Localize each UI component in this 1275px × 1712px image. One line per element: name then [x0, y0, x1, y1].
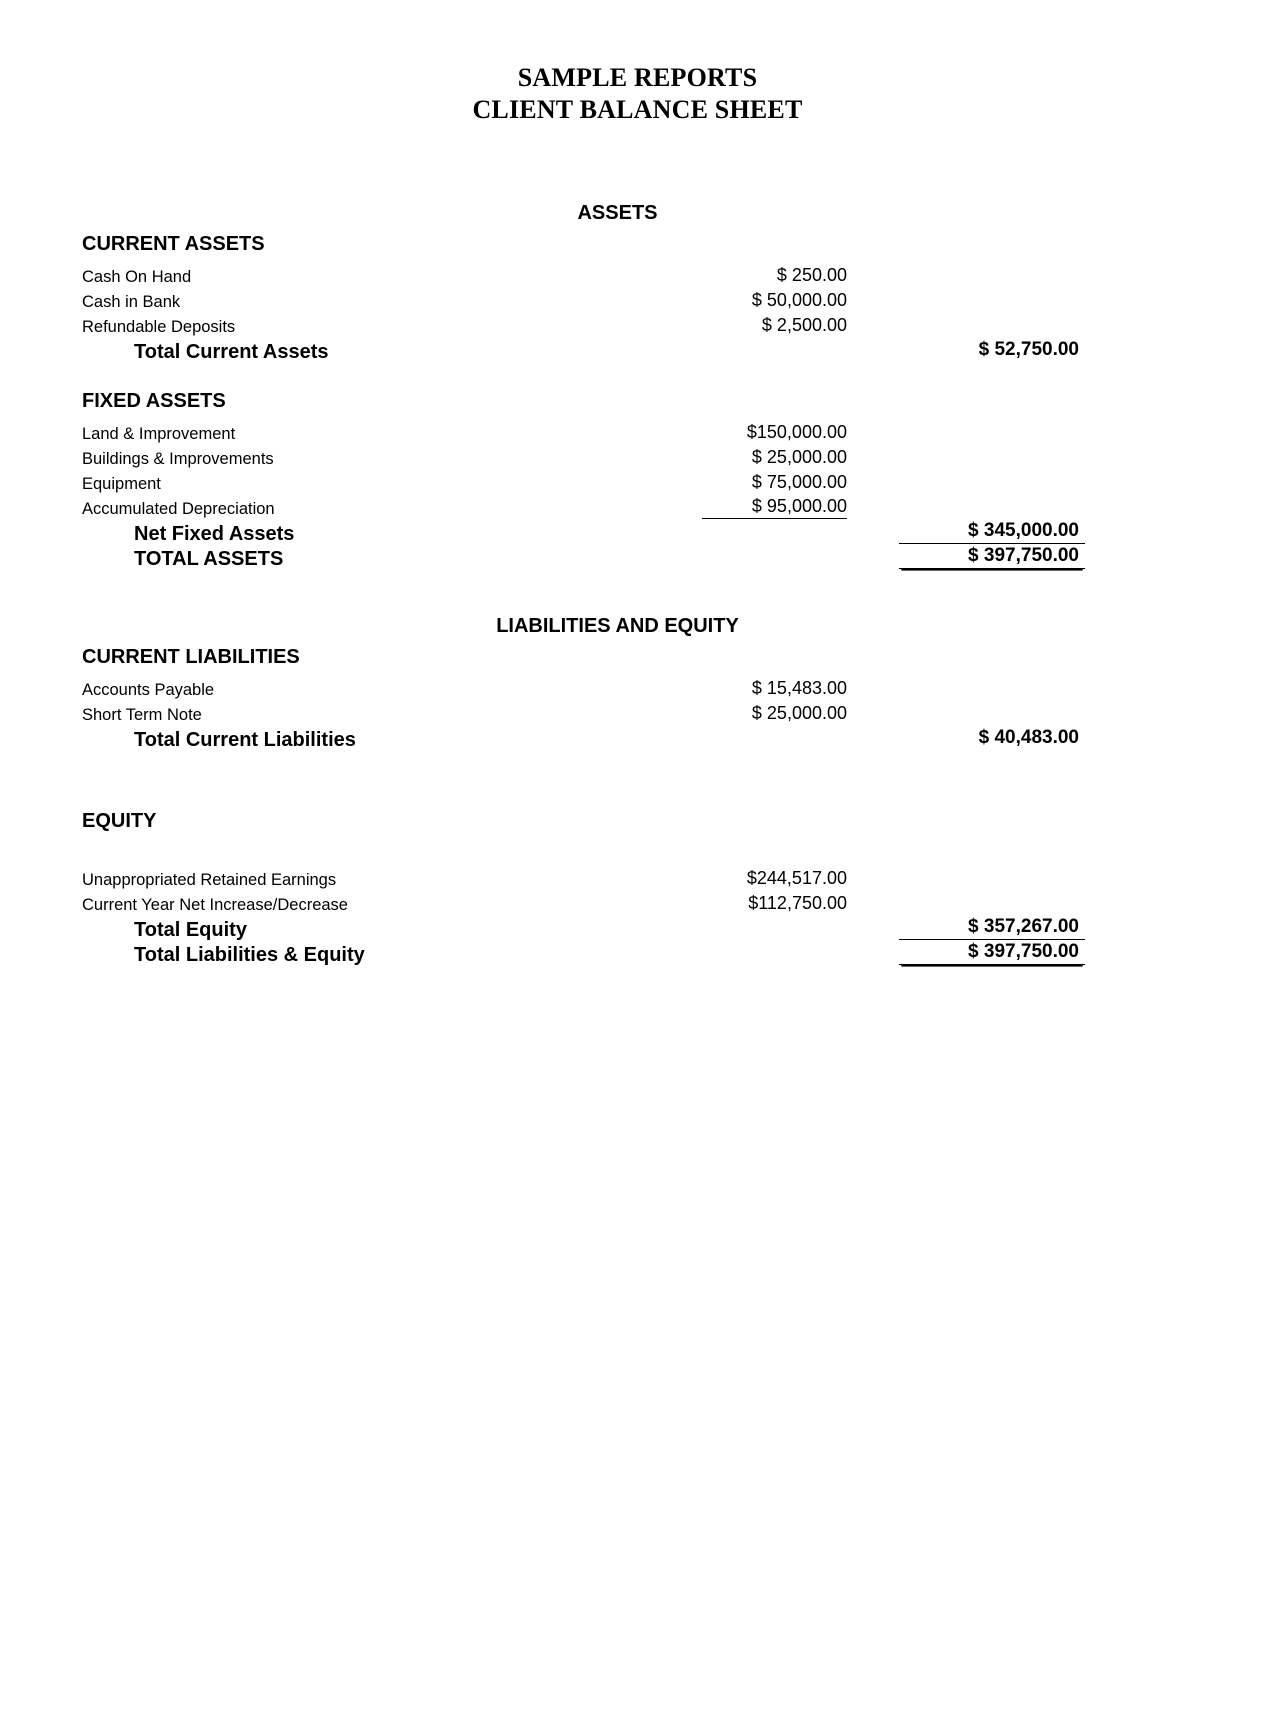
- section-banner-assets: ASSETS: [577, 202, 658, 224]
- total-label: Total Liabilities & Equity: [134, 944, 365, 966]
- line-item-row: Unappropriated Retained Earnings $244,51…: [82, 865, 1193, 890]
- line-item-row: Refundable Deposits $ 2,500.00: [82, 312, 1193, 337]
- line-item-amount: $ 50,000.00: [751, 290, 847, 310]
- line-item-label: Buildings & Improvements: [82, 450, 274, 468]
- line-item-amount: [754, 749, 899, 750]
- line-item-total-amount: [847, 286, 1033, 287]
- total-amount: $ 397,750.00: [899, 941, 1085, 965]
- line-item-label: Refundable Deposits: [82, 318, 236, 336]
- line-item-amount: $ 75,000.00: [751, 472, 847, 492]
- line-item-total-amount: [847, 311, 1033, 312]
- line-item-amount: $ 15,483.00: [751, 678, 847, 698]
- line-item-label: Equipment: [82, 475, 161, 493]
- total-amount: $ 397,750.00: [899, 545, 1085, 569]
- line-item-row: Accumulated Depreciation $ 95,000.00: [82, 494, 1193, 519]
- line-item-amount: $ 250.00: [776, 265, 847, 285]
- line-item-label: Cash in Bank: [82, 293, 181, 311]
- line-item-label: Current Year Net Increase/Decrease: [82, 896, 348, 914]
- total-row-current-liabilities: Total Current Liabilities $ 40,483.00: [82, 725, 1193, 750]
- total-amount: $ 52,750.00: [978, 339, 1079, 360]
- line-item-label: Cash On Hand: [82, 268, 192, 286]
- line-item-total-amount: [847, 443, 1033, 444]
- total-label: Net Fixed Assets: [134, 523, 295, 545]
- total-amount: $ 357,267.00: [899, 916, 1085, 940]
- document-title: SAMPLE REPORTS CLIENT BALANCE SHEET: [0, 62, 1275, 126]
- line-item-label: Short Term Note: [82, 706, 202, 724]
- line-item-label: Unappropriated Retained Earnings: [82, 871, 337, 889]
- total-label: Total Current Assets: [134, 341, 329, 363]
- line-item-label: Accounts Payable: [82, 681, 215, 699]
- heading-current-liabilities: CURRENT LIABILITIES: [82, 646, 300, 668]
- line-item-label: Accumulated Depreciation: [82, 500, 275, 518]
- line-item-total-amount: [847, 699, 1033, 700]
- total-row-current-assets: Total Current Assets $ 52,750.00: [82, 337, 1193, 362]
- line-item-total-amount: [847, 493, 1033, 494]
- heading-current-assets: CURRENT ASSETS: [82, 233, 265, 255]
- line-item-amount: $150,000.00: [746, 422, 847, 442]
- total-label: TOTAL ASSETS: [134, 548, 284, 570]
- total-row-net-fixed-assets: Net Fixed Assets $ 345,000.00: [82, 519, 1193, 544]
- line-item-label: Land & Improvement: [82, 425, 236, 443]
- line-item-amount: $ 25,000.00: [751, 447, 847, 467]
- section-banner-liabilities-equity: LIABILITIES AND EQUITY: [496, 615, 739, 637]
- title-line-secondary: CLIENT BALANCE SHEET: [472, 95, 803, 124]
- line-item-total-amount: [847, 468, 1033, 469]
- total-row-total-liabilities-equity: Total Liabilities & Equity $ 397,750.00: [82, 940, 1193, 965]
- line-item-amount: [754, 939, 899, 940]
- line-item-row: Equipment $ 75,000.00: [82, 469, 1193, 494]
- total-label: Total Current Liabilities: [134, 729, 356, 751]
- line-item-amount: [754, 361, 899, 362]
- total-row-total-assets: TOTAL ASSETS $ 397,750.00: [82, 544, 1193, 569]
- line-item-total-amount: [847, 336, 1033, 337]
- title-line-primary: SAMPLE REPORTS: [517, 63, 758, 92]
- line-item-amount: $ 2,500.00: [761, 315, 847, 335]
- total-row-total-equity: Total Equity $ 357,267.00: [82, 915, 1193, 940]
- line-item-row: Short Term Note $ 25,000.00: [82, 700, 1193, 725]
- line-item-row: Current Year Net Increase/Decrease $112,…: [82, 890, 1193, 915]
- heading-equity: EQUITY: [82, 810, 157, 832]
- heading-fixed-assets: FIXED ASSETS: [82, 390, 226, 412]
- statement-body: ASSETS CURRENT ASSETS Cash On Hand $ 250…: [0, 202, 1275, 965]
- line-item-total-amount: [847, 518, 1033, 519]
- line-item-amount: [754, 543, 899, 544]
- line-item-amount: $ 25,000.00: [751, 703, 847, 723]
- line-item-amount: $244,517.00: [746, 868, 847, 888]
- line-item-row: Cash in Bank $ 50,000.00: [82, 287, 1193, 312]
- line-item-amount: $112,750.00: [748, 893, 847, 913]
- line-item-row: Buildings & Improvements $ 25,000.00: [82, 444, 1193, 469]
- total-amount: $ 40,483.00: [978, 727, 1079, 748]
- balance-sheet-page: SAMPLE REPORTS CLIENT BALANCE SHEET ASSE…: [0, 62, 1275, 1712]
- line-item-amount: [754, 568, 899, 569]
- line-item-amount: [754, 964, 899, 965]
- line-item-row: Accounts Payable $ 15,483.00: [82, 675, 1193, 700]
- line-item-total-amount: [847, 724, 1033, 725]
- line-item-total-amount: [847, 889, 1033, 890]
- line-item-row: Land & Improvement $150,000.00: [82, 419, 1193, 444]
- line-item-row: Cash On Hand $ 250.00: [82, 262, 1193, 287]
- line-item-amount-subtotaled: $ 95,000.00: [702, 496, 847, 519]
- total-amount: $ 345,000.00: [899, 520, 1085, 544]
- line-item-total-amount: [847, 914, 1033, 915]
- total-label: Total Equity: [134, 919, 247, 941]
